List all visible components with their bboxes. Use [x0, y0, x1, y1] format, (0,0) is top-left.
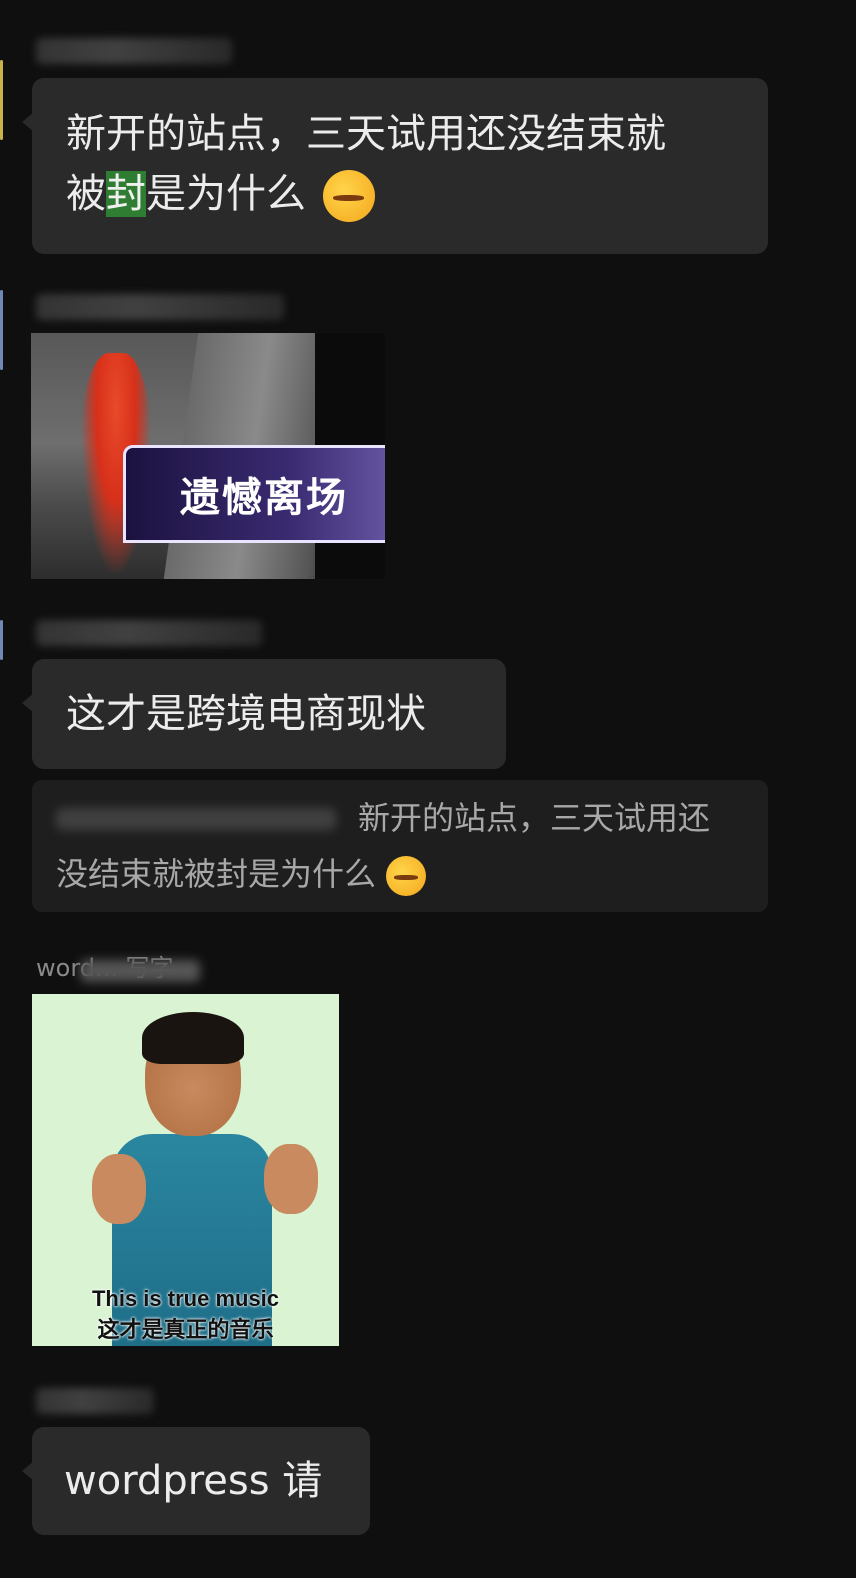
- quoted-text: 没结束就被封是为什么: [56, 854, 427, 896]
- image-figure: [92, 1154, 146, 1224]
- image-caption-zh: 这才是真正的音乐: [97, 1317, 274, 1342]
- image-caption-banner: 遗憾离场: [123, 445, 385, 543]
- face-with-hand-over-mouth-tears-icon: [386, 856, 427, 896]
- sender-name-blurred: [36, 294, 284, 320]
- sender-name-blurred: [36, 38, 232, 64]
- meme-image[interactable]: This is true music 这才是真正的音乐: [32, 994, 339, 1346]
- message-text: 这才是跨境电商现状: [66, 691, 426, 737]
- quoted-message[interactable]: 新开的站点，三天试用还 没结束就被封是为什么: [32, 780, 768, 912]
- left-accent: [0, 60, 3, 140]
- sender-name-blurred: [80, 960, 200, 982]
- message-bubble[interactable]: 这才是跨境电商现状: [22, 659, 506, 769]
- message-bubble[interactable]: wordpress 请: [22, 1427, 370, 1535]
- message-text: 被封是为什么: [66, 170, 375, 222]
- quoted-sender-blurred: [56, 808, 336, 830]
- message-text: 新开的站点，三天试用还没结束就: [66, 111, 666, 157]
- message-text: wordpress 请: [64, 1458, 323, 1504]
- highlighted-word: 封: [106, 171, 146, 217]
- left-accent: [0, 620, 3, 660]
- quoted-text: 新开的站点，三天试用还: [358, 799, 711, 837]
- face-with-hand-over-mouth-tears-icon: [322, 170, 375, 222]
- image-figure: [264, 1144, 318, 1214]
- sender-name-blurred: [36, 620, 262, 646]
- meme-image[interactable]: 遗憾离场: [31, 333, 385, 579]
- image-caption-en: This is true music: [91, 1286, 280, 1311]
- left-accent: [0, 290, 3, 370]
- image-figure: [142, 1012, 244, 1064]
- message-bubble[interactable]: 新开的站点，三天试用还没结束就 被封是为什么: [22, 78, 768, 254]
- sender-name-blurred: [36, 1388, 154, 1414]
